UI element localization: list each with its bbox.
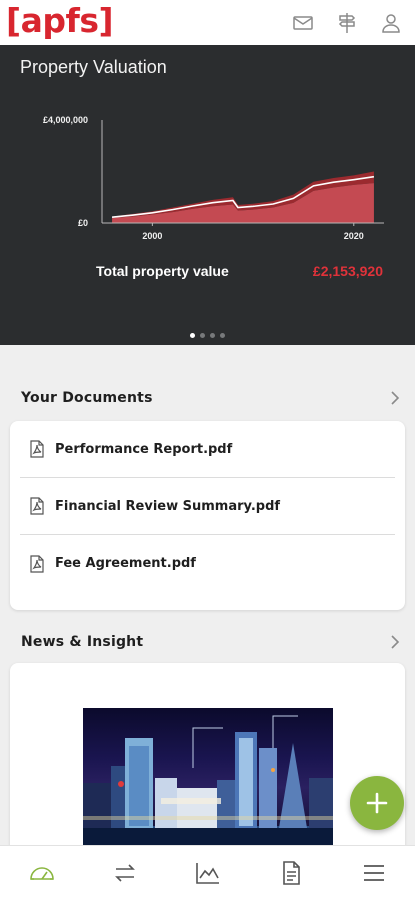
y-tick-label: £0 — [78, 218, 88, 228]
valuation-title: Property Valuation — [20, 57, 167, 77]
nav-transfers[interactable] — [95, 853, 155, 893]
carousel-dot[interactable] — [220, 333, 225, 338]
mail-icon[interactable] — [291, 11, 315, 35]
app-header: [apfs] — [0, 0, 415, 45]
y-tick-label: £4,000,000 — [43, 115, 88, 125]
news-article-image[interactable] — [83, 708, 333, 853]
documents-card: Performance Report.pdf Financial Review … — [10, 421, 405, 610]
header-actions — [291, 11, 403, 35]
news-section-title: News & Insight — [21, 634, 144, 650]
document-name: Performance Report.pdf — [55, 441, 233, 457]
document-name: Fee Agreement.pdf — [55, 556, 196, 571]
x-tick-label: 2020 — [344, 231, 364, 241]
carousel-dot[interactable] — [190, 333, 195, 338]
carousel-dot[interactable] — [210, 333, 215, 338]
nav-menu[interactable] — [344, 853, 404, 893]
document-item[interactable]: Performance Report.pdf — [20, 421, 395, 478]
documents-section-header[interactable]: Your Documents — [0, 383, 415, 413]
document-name: Financial Review Summary.pdf — [55, 498, 281, 514]
property-valuation-panel[interactable]: Property Valuation £4,000,000 £0 2000 2020 … — [0, 45, 415, 345]
chevron-right-icon[interactable] — [389, 390, 401, 406]
plus-icon — [366, 792, 388, 814]
apfs-logo[interactable]: [apfs] — [6, 4, 114, 37]
pdf-file-icon — [30, 554, 44, 573]
transfer-icon — [114, 864, 135, 882]
city-skyline-image — [83, 715, 333, 853]
profile-icon[interactable] — [379, 11, 403, 35]
signpost-icon[interactable] — [335, 11, 359, 35]
nav-dashboard[interactable] — [12, 853, 72, 893]
nav-performance[interactable] — [178, 853, 238, 893]
dashboard-icon — [29, 867, 54, 880]
total-property-value: £2,153,920 — [312, 263, 383, 279]
add-button[interactable] — [350, 776, 404, 830]
nav-documents[interactable] — [261, 853, 321, 893]
chevron-right-icon[interactable] — [389, 634, 401, 650]
documents-section-title: Your Documents — [21, 390, 153, 406]
performance-chart-icon — [195, 863, 219, 884]
total-property-value-label: Total property value — [96, 263, 229, 279]
carousel-indicator[interactable] — [0, 333, 415, 338]
carousel-dot[interactable] — [200, 333, 205, 338]
bottom-navigation — [0, 845, 415, 900]
pdf-file-icon — [30, 497, 44, 515]
lower-value-band — [112, 183, 374, 223]
news-card[interactable] — [10, 663, 405, 863]
menu-icon — [363, 865, 384, 881]
x-tick-label: 2000 — [142, 231, 162, 241]
news-section-header[interactable]: News & Insight — [0, 627, 415, 657]
document-icon — [282, 861, 300, 885]
pdf-file-icon — [30, 440, 44, 458]
document-item[interactable]: Fee Agreement.pdf — [20, 535, 395, 592]
property-valuation-chart: £4,000,000 £0 2000 2020 — [43, 115, 384, 241]
document-item[interactable]: Financial Review Summary.pdf — [20, 478, 395, 535]
